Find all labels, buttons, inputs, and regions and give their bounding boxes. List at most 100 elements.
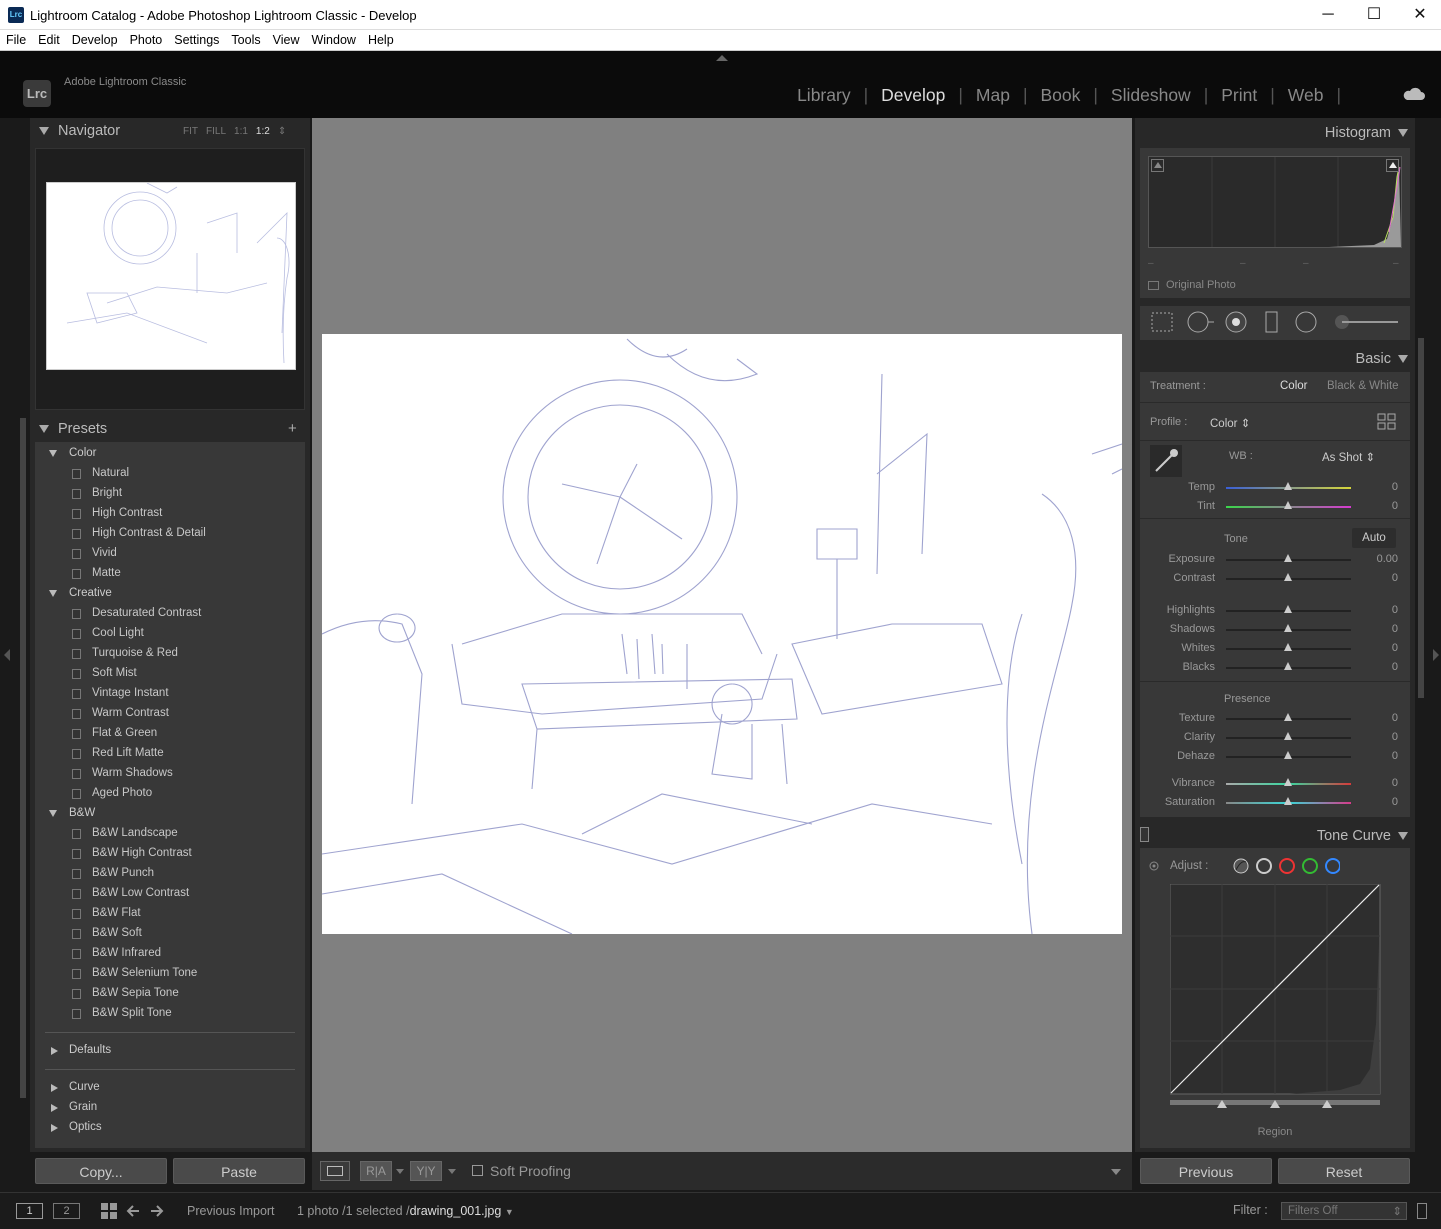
collapse-right-arrow-icon[interactable] <box>1433 649 1439 661</box>
source-label[interactable]: Previous Import <box>187 1204 275 1218</box>
preset-item[interactable]: Soft Mist <box>35 664 305 684</box>
copy-settings-button[interactable]: Copy... <box>35 1158 167 1184</box>
preset-item[interactable]: Red Lift Matte <box>35 744 305 764</box>
tone-curve-header[interactable]: Tone Curve <box>1135 821 1415 849</box>
preset-item[interactable]: Natural <box>35 464 305 484</box>
navigator-thumbnail[interactable] <box>46 182 296 370</box>
preset-group-optics[interactable]: Optics <box>35 1118 305 1138</box>
adjustment-brush-icon[interactable] <box>1335 312 1400 332</box>
preset-item[interactable]: Warm Shadows <box>35 764 305 784</box>
module-map[interactable]: Map <box>963 85 1023 105</box>
slider-temp[interactable]: Temp 0 <box>1140 478 1410 497</box>
treatment-color-option[interactable]: Color <box>1280 380 1307 392</box>
spot-removal-tool-icon[interactable] <box>1188 312 1214 332</box>
main-photo[interactable] <box>321 334 1123 935</box>
filter-lock-icon[interactable] <box>1417 1203 1427 1219</box>
basic-header[interactable]: Basic <box>1135 344 1415 372</box>
presets-header[interactable]: Presets + <box>30 416 310 442</box>
soft-proofing-checkbox[interactable] <box>472 1165 483 1176</box>
auto-tone-button[interactable]: Auto <box>1352 528 1396 548</box>
shadow-clipping-icon[interactable] <box>1151 159 1164 172</box>
slider-value[interactable]: 0 <box>1392 642 1398 654</box>
menu-help[interactable]: Help <box>362 30 400 47</box>
slider-vibrance[interactable]: Vibrance 0 <box>1140 774 1410 793</box>
navigator-header[interactable]: Navigator FIT FILL 1:1 1:2 ⇕ <box>30 118 310 144</box>
preset-group-curve[interactable]: Curve <box>35 1078 305 1098</box>
preset-group-color[interactable]: Color <box>35 444 305 464</box>
minimize-button[interactable]: ─ <box>1305 0 1351 30</box>
module-web[interactable]: Web <box>1275 85 1337 105</box>
collapse-left-arrow-icon[interactable] <box>4 649 10 661</box>
preset-item[interactable]: Vintage Instant <box>35 684 305 704</box>
slider-value[interactable]: 0 <box>1392 481 1398 493</box>
filter-dropdown[interactable]: Filters Off ⇕ <box>1281 1202 1407 1220</box>
slider-value[interactable]: 0.00 <box>1377 553 1398 565</box>
preset-item[interactable]: B&W Flat <box>35 904 305 924</box>
profile-dropdown[interactable]: Color ⇕ <box>1210 416 1250 430</box>
image-viewer[interactable] <box>312 118 1132 1152</box>
slider-thumb[interactable] <box>1284 501 1292 509</box>
menu-tools[interactable]: Tools <box>225 30 266 47</box>
slider-thumb[interactable] <box>1284 778 1292 786</box>
preset-item[interactable]: B&W Sepia Tone <box>35 984 305 1004</box>
preset-item[interactable]: B&W Punch <box>35 864 305 884</box>
slider-thumb[interactable] <box>1284 797 1292 805</box>
blue-channel-icon[interactable] <box>1322 856 1342 876</box>
slider-thumb[interactable] <box>1284 573 1292 581</box>
photo-count[interactable]: 1 photo /1 selected /drawing_001.jpg ▼ <box>297 1204 514 1218</box>
preset-group-defaults[interactable]: Defaults <box>35 1041 305 1061</box>
toolbar-content-dropdown-icon[interactable] <box>1111 1169 1121 1175</box>
close-button[interactable]: ✕ <box>1397 0 1441 30</box>
module-slideshow[interactable]: Slideshow <box>1098 85 1204 105</box>
slider-value[interactable]: 0 <box>1392 572 1398 584</box>
slider-clarity[interactable]: Clarity 0 <box>1140 728 1410 747</box>
radial-filter-icon[interactable] <box>1296 312 1316 332</box>
chevron-down-icon[interactable] <box>396 1169 404 1174</box>
preset-group-bw[interactable]: B&W <box>35 804 305 824</box>
zoom-fill[interactable]: FILL <box>206 126 226 137</box>
module-develop[interactable]: Develop <box>868 85 958 105</box>
slider-tint[interactable]: Tint 0 <box>1140 497 1410 516</box>
original-photo-checkbox[interactable] <box>1148 281 1159 290</box>
preset-item[interactable]: Cool Light <box>35 624 305 644</box>
collapse-top-arrow-icon[interactable] <box>716 55 728 61</box>
menu-file[interactable]: File <box>0 30 32 47</box>
point-curve-rgb-icon[interactable] <box>1253 856 1273 876</box>
slider-dehaze[interactable]: Dehaze 0 <box>1140 747 1410 766</box>
slider-value[interactable]: 0 <box>1392 731 1398 743</box>
slider-saturation[interactable]: Saturation 0 <box>1140 793 1410 812</box>
preset-item[interactable]: Bright <box>35 484 305 504</box>
before-after-left-right-button[interactable]: R|A <box>360 1161 392 1181</box>
histogram-graph[interactable] <box>1148 156 1402 248</box>
slider-thumb[interactable] <box>1284 751 1292 759</box>
swap-before-after-button[interactable]: Y|Y <box>410 1161 442 1181</box>
slider-value[interactable]: 0 <box>1392 623 1398 635</box>
maximize-button[interactable]: ☐ <box>1351 0 1397 30</box>
collapse-triangle-icon[interactable] <box>39 127 49 135</box>
cloud-icon[interactable] <box>1403 87 1425 101</box>
slider-thumb[interactable] <box>1284 554 1292 562</box>
right-scrollbar[interactable] <box>1418 338 1424 698</box>
tone-curve-graph[interactable] <box>1170 884 1382 1116</box>
preset-item[interactable]: Warm Contrast <box>35 704 305 724</box>
crop-tool-icon[interactable] <box>1152 313 1172 331</box>
slider-thumb[interactable] <box>1284 713 1292 721</box>
chevron-down-icon[interactable] <box>448 1169 456 1174</box>
paste-settings-button[interactable]: Paste <box>173 1158 305 1184</box>
slider-value[interactable]: 0 <box>1392 750 1398 762</box>
zoom-fit[interactable]: FIT <box>183 126 198 137</box>
slider-value[interactable]: 0 <box>1392 777 1398 789</box>
slider-thumb[interactable] <box>1284 624 1292 632</box>
module-library[interactable]: Library <box>784 85 864 105</box>
slider-thumb[interactable] <box>1284 482 1292 490</box>
slider-thumb[interactable] <box>1284 662 1292 670</box>
menu-edit[interactable]: Edit <box>32 30 66 47</box>
slider-value[interactable]: 0 <box>1392 796 1398 808</box>
menu-window[interactable]: Window <box>305 30 361 47</box>
zoom-1-1[interactable]: 1:1 <box>234 126 248 137</box>
wb-dropdown[interactable]: As Shot ⇕ <box>1322 450 1375 464</box>
zoom-1-2[interactable]: 1:2 <box>256 126 270 137</box>
preset-item[interactable]: B&W Low Contrast <box>35 884 305 904</box>
module-print[interactable]: Print <box>1208 85 1270 105</box>
slider-value[interactable]: 0 <box>1392 661 1398 673</box>
